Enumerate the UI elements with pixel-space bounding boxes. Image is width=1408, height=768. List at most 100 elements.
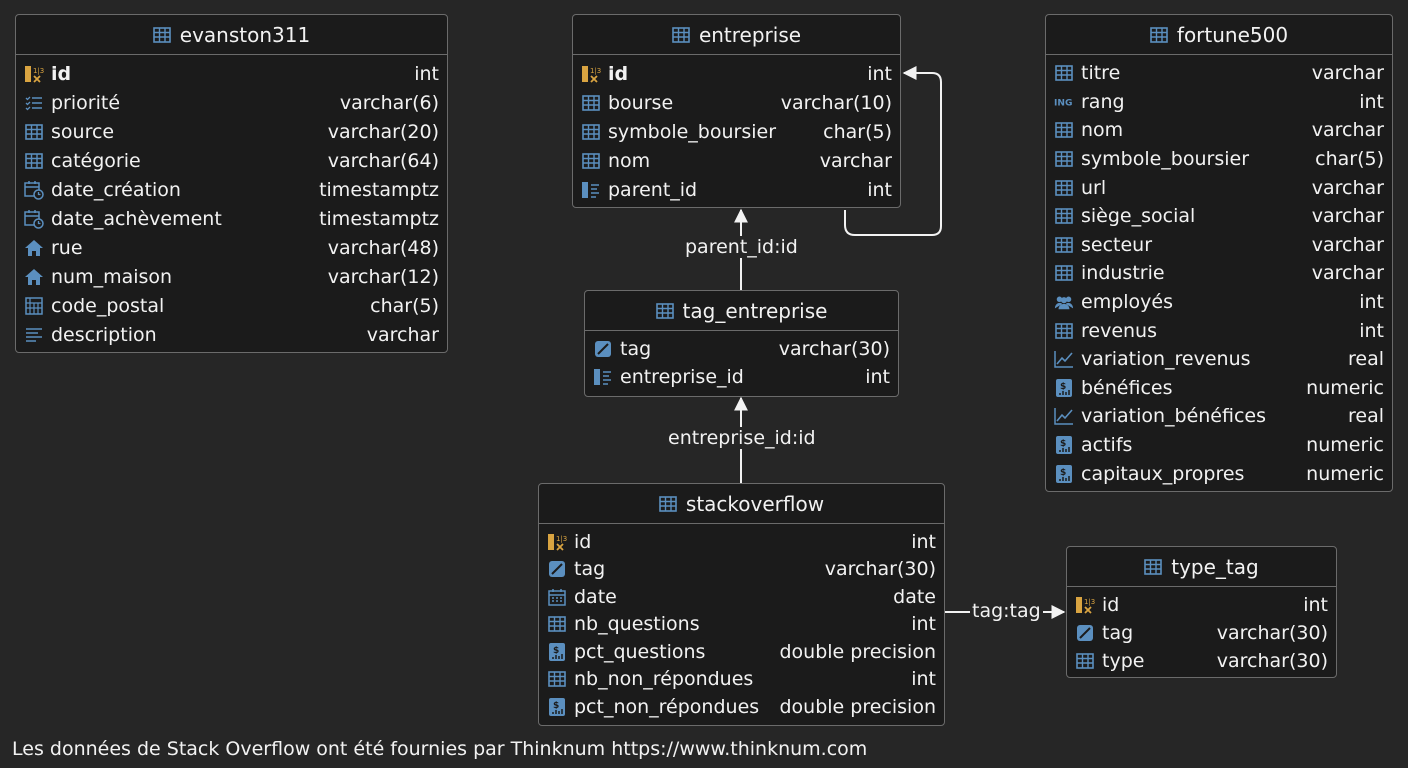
table-icon xyxy=(581,93,601,113)
table-header[interactable]: entreprise xyxy=(573,15,900,55)
column-row[interactable]: entreprise_id int xyxy=(593,363,890,391)
table-icon xyxy=(1054,63,1074,83)
column-row[interactable]: nb_non_répondues int xyxy=(547,666,936,694)
table-tag_entreprise[interactable]: tag_entreprise tag varchar(30) entreprise_i… xyxy=(584,290,899,397)
column-row[interactable]: $ actifs numeric xyxy=(1054,431,1384,460)
table-header[interactable]: fortune500 xyxy=(1046,15,1392,55)
column-row[interactable]: num_maison varchar(12) xyxy=(24,262,439,291)
column-name: priorité xyxy=(51,91,121,114)
column-name: entreprise_id xyxy=(620,366,744,388)
column-row[interactable]: bourse varchar(10) xyxy=(581,88,892,117)
ing-icon: ING xyxy=(1054,92,1074,112)
column-row[interactable]: nom varchar xyxy=(1054,116,1384,145)
column-row[interactable]: symbole_boursier char(5) xyxy=(581,117,892,146)
column-row[interactable]: tag varchar(30) xyxy=(547,556,936,584)
column-row[interactable]: tag varchar(30) xyxy=(593,335,890,363)
table-icon xyxy=(152,26,171,43)
column-row[interactable]: industrie varchar xyxy=(1054,259,1384,288)
column-row[interactable]: revenus int xyxy=(1054,316,1384,345)
dollar-icon: $ xyxy=(547,642,567,662)
column-type: varchar xyxy=(1311,119,1384,142)
column-row[interactable]: $ capitaux_propres numeric xyxy=(1054,459,1384,488)
column-row[interactable]: 1|3 id int xyxy=(24,59,439,88)
column-row[interactable]: date date xyxy=(547,583,936,611)
svg-text:1|3: 1|3 xyxy=(590,67,601,75)
column-row[interactable]: symbole_boursier char(5) xyxy=(1054,145,1384,174)
table-icon xyxy=(1075,651,1095,671)
column-name: variation_bénéfices xyxy=(1081,405,1266,428)
dollar-icon: $ xyxy=(1054,435,1074,455)
relation-label-tag: tag:tag xyxy=(970,600,1043,622)
column-type: varchar(30) xyxy=(1216,650,1328,672)
column-type: varchar(20) xyxy=(327,120,439,143)
table-title: stackoverflow xyxy=(685,491,825,516)
column-row[interactable]: variation_bénéfices real xyxy=(1054,402,1384,431)
svg-text:1|3: 1|3 xyxy=(33,67,44,75)
column-row[interactable]: parent_id int xyxy=(581,175,892,204)
column-row[interactable]: date_achèvement timestamptz xyxy=(24,204,439,233)
table-icon xyxy=(1054,206,1074,226)
column-row[interactable]: 1|3 id int xyxy=(547,528,936,556)
table-title: entreprise xyxy=(698,22,802,47)
column-type: numeric xyxy=(1306,376,1384,399)
column-row[interactable]: $ pct_non_répondues double precision xyxy=(547,693,936,721)
table-entreprise[interactable]: entreprise 1|3 id int bourse varchar(10) symbo… xyxy=(572,14,901,208)
column-row[interactable]: priorité varchar(6) xyxy=(24,88,439,117)
column-name: code_postal xyxy=(51,294,165,317)
column-row[interactable]: url varchar xyxy=(1054,173,1384,202)
table-icon xyxy=(672,26,690,43)
column-row[interactable]: nb_questions int xyxy=(547,611,936,639)
column-row[interactable]: employés int xyxy=(1054,288,1384,317)
key-icon: 1|3 xyxy=(547,532,567,552)
column-type: varchar xyxy=(1311,233,1384,256)
column-type: char(5) xyxy=(1315,148,1384,171)
column-name: nom xyxy=(608,149,651,172)
table-header[interactable]: evanston311 xyxy=(16,15,447,55)
column-row[interactable]: code_postal char(5) xyxy=(24,291,439,320)
column-row[interactable]: variation_revenus real xyxy=(1054,345,1384,374)
column-row[interactable]: titre varchar xyxy=(1054,59,1384,88)
column-name: pct_non_répondues xyxy=(574,695,760,718)
column-type: int xyxy=(1359,291,1384,314)
column-type: varchar xyxy=(819,149,892,172)
column-row[interactable]: date_création timestamptz xyxy=(24,175,439,204)
column-name: nb_non_répondues xyxy=(574,668,754,691)
column-row[interactable]: description varchar xyxy=(24,320,439,349)
table-header[interactable]: type_tag xyxy=(1067,547,1336,587)
column-row[interactable]: type varchar(30) xyxy=(1075,647,1328,675)
column-row[interactable]: rue varchar(48) xyxy=(24,233,439,262)
table-fortune500[interactable]: fortune500 titre varchar ING rang int nom varch… xyxy=(1045,14,1393,492)
column-row[interactable]: secteur varchar xyxy=(1054,231,1384,260)
column-row[interactable]: siège_social varchar xyxy=(1054,202,1384,231)
table-icon xyxy=(1054,263,1074,283)
column-row[interactable]: source varchar(20) xyxy=(24,117,439,146)
table-header[interactable]: tag_entreprise xyxy=(585,291,898,331)
table-icon xyxy=(24,122,44,142)
column-type: int xyxy=(911,613,936,636)
column-name: actifs xyxy=(1081,434,1133,457)
column-row[interactable]: tag varchar(30) xyxy=(1075,619,1328,647)
table-type_tag[interactable]: type_tag 1|3 id int tag varchar(30) type varcha… xyxy=(1066,546,1337,678)
table-icon xyxy=(655,302,674,319)
column-row[interactable]: catégorie varchar(64) xyxy=(24,146,439,175)
column-type: date xyxy=(893,585,936,608)
column-name: type xyxy=(1102,650,1145,672)
table-icon xyxy=(1054,235,1074,255)
table-evanston311[interactable]: evanston311 1|3 id int priorité varchar(6) sou… xyxy=(15,14,448,353)
column-row[interactable]: ING rang int xyxy=(1054,88,1384,117)
table-header[interactable]: stackoverflow xyxy=(539,484,944,524)
column-name: employés xyxy=(1081,291,1173,314)
column-row[interactable]: $ pct_questions double precision xyxy=(547,638,936,666)
column-name: date_création xyxy=(51,178,181,201)
table-icon xyxy=(1054,120,1074,140)
tag-icon xyxy=(547,559,567,579)
column-name: tag xyxy=(574,558,606,581)
column-type: int xyxy=(414,62,439,85)
column-row[interactable]: nom varchar xyxy=(581,146,892,175)
svg-text:$: $ xyxy=(1060,439,1066,449)
column-row[interactable]: 1|3 id int xyxy=(581,59,892,88)
column-row[interactable]: 1|3 id int xyxy=(1075,591,1328,619)
table-stackoverflow[interactable]: stackoverflow 1|3 id int tag varchar(30) date d… xyxy=(538,483,945,726)
column-row[interactable]: $ bénéfices numeric xyxy=(1054,374,1384,403)
column-type: varchar xyxy=(366,323,439,346)
